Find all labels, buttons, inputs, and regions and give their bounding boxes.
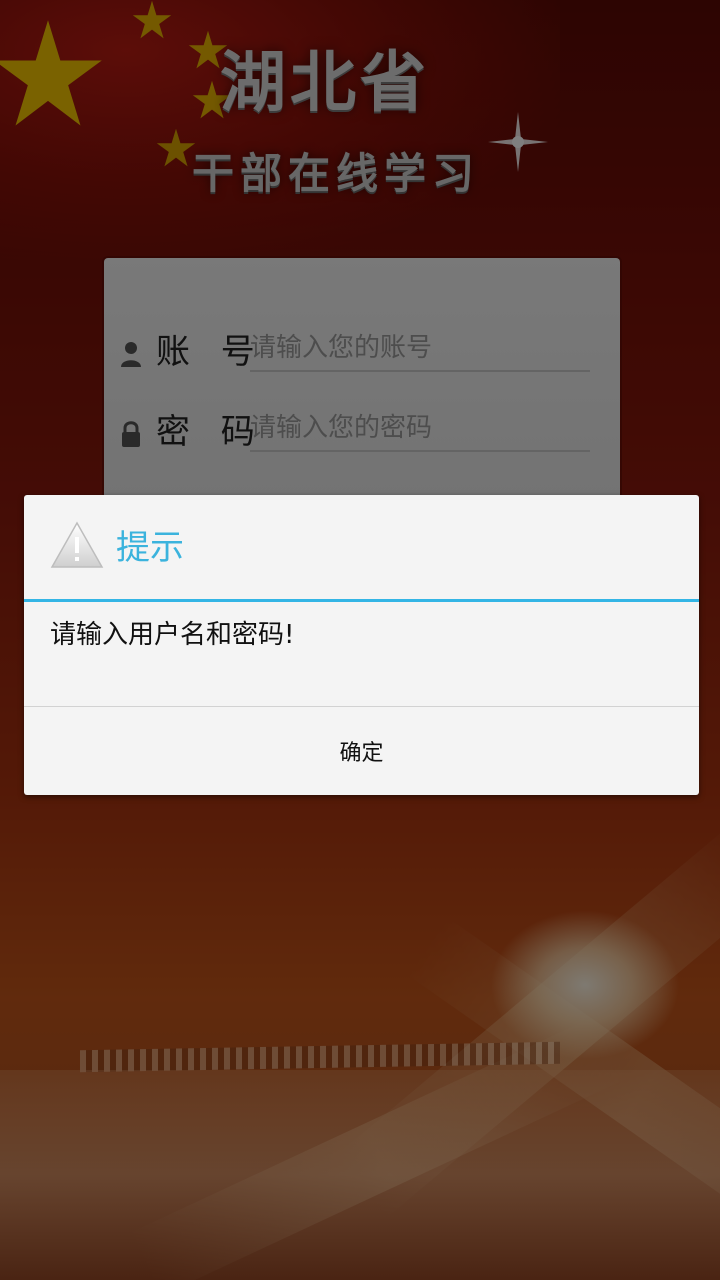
dialog-title: 提示	[116, 528, 184, 568]
ok-button[interactable]: 确定	[24, 707, 699, 795]
dialog-message: 请输入用户名和密码!	[50, 620, 295, 650]
dialog-title-divider	[24, 599, 699, 602]
screen: 湖北省 干部在线学习 账 号 密 码	[0, 0, 720, 1280]
warning-icon	[50, 521, 104, 568]
dialog-header: 提示	[24, 495, 699, 599]
alert-dialog: 提示 请输入用户名和密码! 确定	[24, 495, 699, 795]
